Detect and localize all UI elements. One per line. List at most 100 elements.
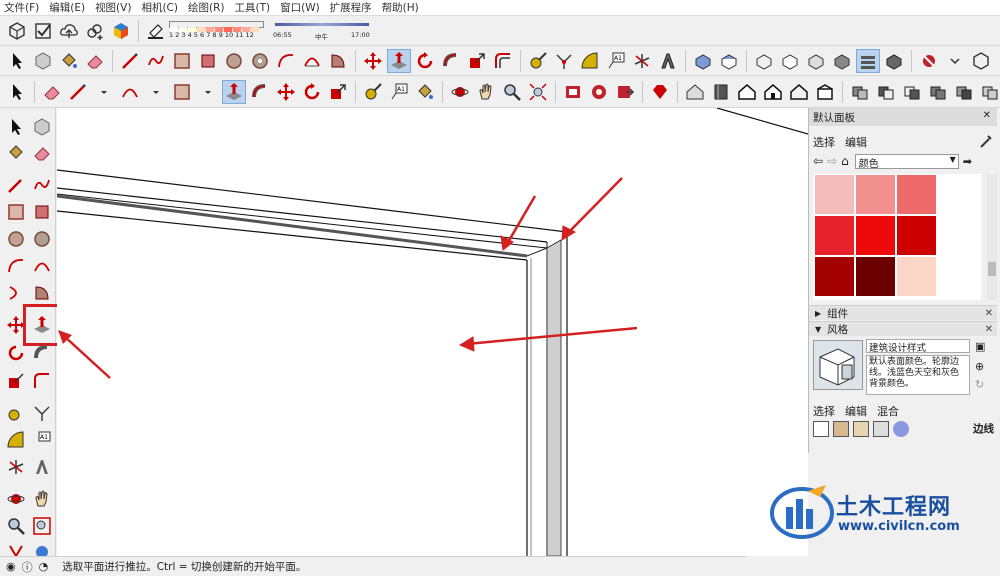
arc-icon[interactable]: [275, 50, 297, 72]
solid-union-icon[interactable]: [849, 81, 871, 103]
scale-icon-2[interactable]: [327, 81, 349, 103]
pencil-line-icon[interactable]: [119, 50, 141, 72]
offset-tool-icon[interactable]: [31, 370, 53, 392]
three-point-arc-tool-icon[interactable]: [5, 282, 27, 304]
make-component-icon[interactable]: [32, 50, 54, 72]
solid-subtract-icon[interactable]: [875, 81, 897, 103]
zoom-extents-icon[interactable]: [527, 81, 549, 103]
line-tool-icon[interactable]: [5, 174, 27, 196]
scroll-thumb[interactable]: [988, 262, 996, 276]
update-style-icon[interactable]: ▣: [975, 340, 985, 353]
details-arrow-icon[interactable]: ➡: [963, 155, 972, 168]
follow-me-tool-icon[interactable]: [31, 342, 53, 364]
extension-warehouse-icon[interactable]: [110, 20, 132, 42]
menu-camera[interactable]: 相机(C): [141, 0, 178, 15]
eraser-icon-2[interactable]: [41, 81, 63, 103]
user-icon[interactable]: ◔: [39, 560, 49, 573]
rotate-icon-2[interactable]: [301, 81, 323, 103]
tape-measure-icon-2[interactable]: [362, 81, 384, 103]
back-view-icon[interactable]: [788, 81, 810, 103]
select-tool-icon[interactable]: [5, 116, 27, 138]
menu-file[interactable]: 文件(F): [4, 0, 39, 15]
move-icon-2[interactable]: [275, 81, 297, 103]
cloud-upload-icon[interactable]: [58, 20, 80, 42]
edge-settings-icon[interactable]: [813, 421, 829, 437]
style-tab-select[interactable]: 选择: [813, 403, 835, 419]
pie-icon[interactable]: [327, 50, 349, 72]
select-arrow-icon-2[interactable]: [6, 81, 28, 103]
tape-tool-icon[interactable]: [5, 402, 27, 424]
shadow-settings-panel[interactable]: 1 2 3 4 5 6 7 8 9 10 11 12 06:55 中午 17:0…: [169, 18, 374, 44]
eraser-icon[interactable]: [84, 50, 106, 72]
menu-tools[interactable]: 工具(T): [234, 0, 270, 15]
link-plus-icon[interactable]: [84, 20, 106, 42]
shaded-textures-icon[interactable]: [856, 48, 880, 73]
dimension-icon[interactable]: [553, 50, 575, 72]
tape-measure-icon[interactable]: [527, 50, 549, 72]
follow-me-icon[interactable]: [440, 50, 462, 72]
forward-arrow-icon[interactable]: ⇨: [827, 154, 837, 168]
dropdown-chevron-icon-2[interactable]: [93, 81, 115, 103]
pan-hand-icon[interactable]: [475, 81, 497, 103]
swatch-scrollbar[interactable]: [987, 174, 997, 300]
protractor-tool-icon[interactable]: [5, 429, 27, 451]
polygon-icon[interactable]: [249, 50, 271, 72]
arc-tool-icon[interactable]: [5, 255, 27, 277]
swatch-8[interactable]: [856, 257, 895, 296]
month-color-bar[interactable]: [169, 20, 264, 32]
credits-icon[interactable]: ⓘ: [22, 559, 33, 575]
geo-location-icon[interactable]: ◉: [6, 560, 16, 573]
outer-shell-icon[interactable]: [979, 81, 1000, 103]
box-icon[interactable]: [6, 20, 28, 42]
front-view-icon[interactable]: [736, 81, 758, 103]
paint-bucket-icon-2[interactable]: [414, 81, 436, 103]
protractor-icon[interactable]: [579, 50, 601, 72]
solid-intersect-icon[interactable]: [901, 81, 923, 103]
orbit-icon[interactable]: [449, 81, 471, 103]
iso-view-icon[interactable]: [692, 50, 714, 72]
arc-icon-2[interactable]: [119, 81, 141, 103]
two-point-arc-tool-icon[interactable]: [31, 255, 53, 277]
menu-extensions[interactable]: 扩展程序: [330, 0, 372, 15]
3d-text-icon[interactable]: [657, 50, 679, 72]
tab-edit[interactable]: 编辑: [845, 134, 867, 150]
create-style-icon[interactable]: ⊕: [975, 360, 984, 373]
3d-text-tool-icon[interactable]: [31, 456, 53, 478]
zoom-icon[interactable]: [501, 81, 523, 103]
previous-view-icon[interactable]: [562, 81, 584, 103]
style-tab-edit[interactable]: 编辑: [845, 403, 867, 419]
modeling-settings-icon[interactable]: [893, 421, 909, 437]
circle-icon[interactable]: [223, 50, 245, 72]
check-icon[interactable]: [32, 20, 54, 42]
zoom-tool-icon[interactable]: [5, 515, 27, 537]
freehand-icon[interactable]: [145, 50, 167, 72]
rotated-rect-tool-icon[interactable]: [31, 201, 53, 223]
swatch-7[interactable]: [815, 257, 854, 296]
axes-tool-icon[interactable]: [5, 456, 27, 478]
swatch-5[interactable]: [856, 216, 895, 255]
select-arrow-icon[interactable]: [6, 50, 28, 72]
tray-close-button[interactable]: ✕: [983, 110, 991, 121]
rotate-tool-icon[interactable]: [5, 342, 27, 364]
side-view-icon[interactable]: [710, 81, 732, 103]
push-pull-icon-2[interactable]: [222, 79, 246, 104]
solid-split-icon[interactable]: [953, 81, 975, 103]
solid-trim-icon[interactable]: [927, 81, 949, 103]
xray-icon[interactable]: [753, 50, 775, 72]
menu-view[interactable]: 视图(V): [95, 0, 131, 15]
paint-tool-icon[interactable]: [5, 142, 27, 164]
left-view-icon[interactable]: [814, 81, 836, 103]
move-icon[interactable]: [362, 50, 384, 72]
circle-tool-icon[interactable]: [5, 228, 27, 250]
styles-header[interactable]: ▼ 风格 ✕: [809, 321, 997, 336]
time-slider[interactable]: [275, 22, 369, 26]
rotate-icon[interactable]: [414, 50, 436, 72]
style-name-field[interactable]: 建筑设计样式: [866, 339, 970, 354]
axes-icon[interactable]: [631, 50, 653, 72]
hidden-line-icon[interactable]: [805, 50, 827, 72]
scale-icon[interactable]: [466, 50, 488, 72]
scale-tool-icon[interactable]: [5, 370, 27, 392]
two-point-arc-icon[interactable]: [301, 50, 323, 72]
orbit-tool-icon[interactable]: [5, 488, 27, 510]
back-arrow-icon[interactable]: ⇦: [813, 154, 823, 168]
